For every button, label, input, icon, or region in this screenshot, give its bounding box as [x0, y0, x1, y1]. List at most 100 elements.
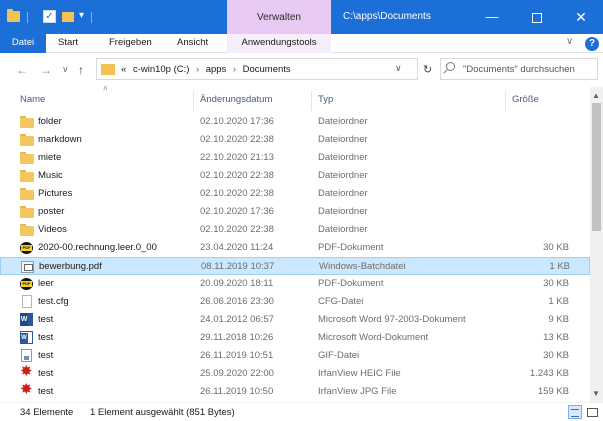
file-date: 29.11.2018 10:26 — [200, 332, 274, 343]
recent-locations-chevron-icon[interactable]: ∨ — [62, 64, 69, 75]
file-size: 1 KB — [549, 261, 570, 272]
item-count: 34 Elemente — [20, 407, 74, 418]
vertical-scrollbar[interactable]: ▲ ▼ — [590, 87, 603, 402]
column-divider[interactable] — [311, 91, 312, 111]
column-header-date[interactable]: Änderungsdatum — [200, 87, 272, 109]
customize-quick-access-icon[interactable]: ▾ — [79, 10, 84, 26]
close-button[interactable]: ✕ — [559, 0, 603, 34]
details-view-icon[interactable] — [568, 405, 582, 419]
file-name: Pictures — [38, 188, 73, 199]
address-dropdown-icon[interactable]: ∨ — [395, 63, 402, 74]
search-icon — [446, 62, 455, 71]
tab-start[interactable]: Start — [58, 34, 78, 53]
pdf-icon — [20, 278, 33, 290]
search-box[interactable]: "Documents" durchsuchen — [440, 58, 598, 80]
column-header-size[interactable]: Größe — [512, 87, 539, 109]
context-tab-manage[interactable]: Verwalten — [227, 0, 331, 34]
file-row[interactable]: test 26.11.2019 10:51 GIF-Datei 30 KB — [0, 347, 590, 365]
file-type: IrfanView HEIC File — [318, 368, 401, 379]
file-size: 1.243 KB — [529, 368, 569, 379]
minimize-button[interactable]: — — [470, 0, 514, 34]
new-folder-quick-icon[interactable] — [62, 12, 74, 22]
scroll-down-icon[interactable]: ▼ — [592, 389, 600, 398]
file-name: test — [38, 332, 54, 343]
file-type: GIF-Datei — [318, 350, 360, 361]
file-name: test.cfg — [38, 296, 69, 307]
tab-view[interactable]: Ansicht — [177, 34, 208, 53]
breadcrumb-overflow[interactable]: « — [121, 64, 126, 75]
tab-file[interactable]: Datei — [0, 34, 46, 53]
file-size: 9 KB — [548, 314, 569, 325]
file-row-selected[interactable]: bewerbung.pdf 08.11.2019 10:37 Windows-Bat… — [0, 257, 590, 275]
column-divider[interactable] — [193, 91, 194, 111]
breadcrumb-separator[interactable]: › — [192, 64, 203, 74]
file-date: 26.11.2019 10:50 — [200, 386, 274, 397]
file-row[interactable]: Music 02.10.2020 22:38 Dateiordner — [0, 167, 590, 185]
folder-icon — [101, 64, 115, 75]
selection-info: 1 Element ausgewählt (851 Bytes) — [90, 407, 235, 418]
file-row[interactable]: test 25.09.2020 22:00 IrfanView HEIC File 1… — [0, 364, 590, 383]
file-name: test — [38, 386, 54, 397]
file-date: 26.06.2016 23:30 — [200, 296, 274, 307]
file-row[interactable]: markdown 02.10.2020 22:38 Dateiordner — [0, 131, 590, 149]
breadcrumb-item-apps[interactable]: apps — [206, 64, 227, 75]
column-divider[interactable] — [505, 91, 506, 111]
folder-icon — [7, 9, 20, 22]
back-arrow-icon[interactable]: ← — [16, 63, 28, 77]
sort-ascending-icon: ˄ — [103, 84, 108, 93]
address-bar[interactable]: « c-win10p (C:) › apps › Documents ∨ — [96, 58, 418, 80]
file-row[interactable]: test.cfg 26.06.2016 23:30 CFG-Datei 1 KB — [0, 293, 590, 311]
file-rows: folder 02.10.2020 17:36 Dateiordner markdo… — [0, 113, 590, 401]
context-tab-label: Verwalten — [257, 12, 301, 23]
file-date: 20.09.2020 18:11 — [200, 278, 274, 289]
file-row[interactable]: poster 02.10.2020 17:36 Dateiordner — [0, 203, 590, 221]
file-row[interactable]: leer 20.09.2020 18:11 PDF-Dokument 30 KB — [0, 275, 590, 293]
file-name: Music — [38, 170, 63, 181]
expand-ribbon-icon[interactable]: ∨ — [566, 36, 573, 47]
navigation-bar: ← → ∨ ↑ « c-win10p (C:) › apps › Documen… — [0, 53, 603, 87]
title-bar: ✓ ▾ Verwalten C:\apps\Documents — ✕ — [0, 0, 603, 34]
word-docx-icon — [20, 331, 33, 344]
folder-icon — [20, 188, 34, 200]
scroll-up-icon[interactable]: ▲ — [592, 91, 600, 100]
file-row[interactable]: Pictures 02.10.2020 22:38 Dateiordner — [0, 185, 590, 203]
refresh-icon[interactable]: ↻ — [423, 63, 432, 76]
tab-share[interactable]: Freigeben — [109, 34, 152, 53]
column-header-name[interactable]: Name — [20, 87, 45, 109]
file-list: Name ˄ Änderungsdatum Typ Größe folder 02… — [0, 84, 603, 402]
file-size: 30 KB — [543, 278, 569, 289]
file-type: Dateiordner — [318, 134, 368, 145]
file-size: 30 KB — [543, 242, 569, 253]
quick-access-separator — [91, 12, 92, 23]
up-arrow-icon[interactable]: ↑ — [78, 63, 84, 77]
scrollbar-thumb[interactable] — [592, 103, 601, 231]
file-date: 22.10.2020 21:13 — [200, 152, 274, 163]
file-row[interactable]: test 26.11.2019 10:50 IrfanView JPG File 15… — [0, 382, 590, 401]
folder-icon — [20, 206, 34, 218]
help-icon[interactable]: ? — [585, 37, 599, 51]
properties-quick-icon[interactable]: ✓ — [43, 10, 56, 23]
file-row[interactable]: Videos 02.10.2020 22:38 Dateiordner — [0, 221, 590, 239]
ribbon-tab-bar: Datei Start Freigeben Ansicht Anwendungs… — [0, 34, 603, 53]
image-file-icon — [21, 349, 32, 362]
file-type: IrfanView JPG File — [318, 386, 397, 397]
file-name: folder — [38, 116, 62, 127]
pdf-icon — [20, 242, 33, 254]
file-date: 02.10.2020 22:38 — [200, 224, 274, 235]
file-row[interactable]: test 29.11.2018 10:26 Microsoft Word-Dokum… — [0, 329, 590, 347]
breadcrumb-separator[interactable]: › — [229, 64, 240, 74]
file-name: poster — [38, 206, 65, 217]
file-row[interactable]: folder 02.10.2020 17:36 Dateiordner — [0, 113, 590, 131]
breadcrumb-item-documents[interactable]: Documents — [243, 64, 291, 75]
maximize-button[interactable] — [515, 0, 559, 34]
file-type: Dateiordner — [318, 188, 368, 199]
file-type: Windows-Batchdatei — [319, 261, 406, 272]
file-row[interactable]: test 24.01.2012 06:57 Microsoft Word 97-20… — [0, 311, 590, 329]
forward-arrow-icon[interactable]: → — [40, 63, 52, 77]
file-row[interactable]: miete 22.10.2020 21:13 Dateiordner — [0, 149, 590, 167]
tab-application-tools[interactable]: Anwendungstools — [227, 34, 331, 53]
breadcrumb-item-drive[interactable]: c-win10p (C:) — [129, 64, 190, 75]
large-icons-view-icon[interactable] — [585, 405, 599, 419]
column-header-type[interactable]: Typ — [318, 87, 333, 109]
file-row[interactable]: 2020-00.rechnung.leer.0_00 23.04.2020 11:… — [0, 239, 590, 257]
